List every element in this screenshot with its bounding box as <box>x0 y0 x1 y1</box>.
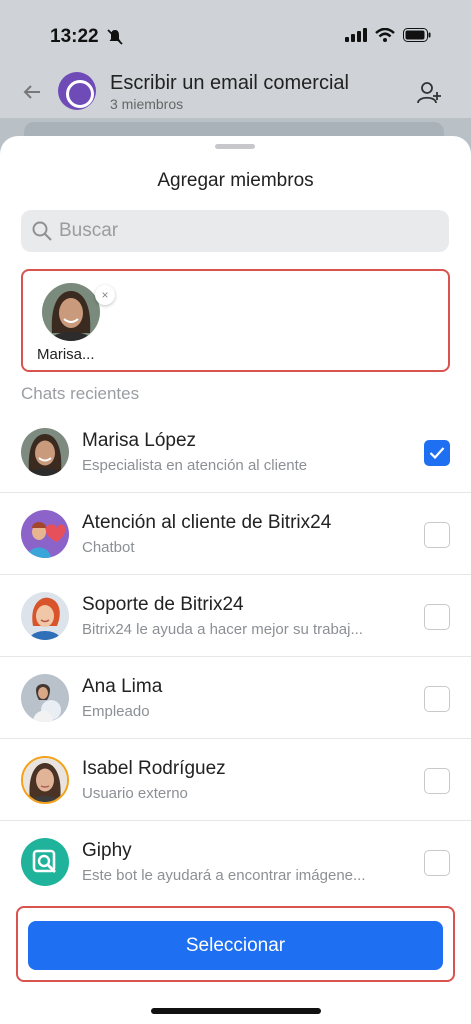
avatar <box>21 510 69 558</box>
item-subtitle: Chatbot <box>82 539 135 556</box>
search-bar[interactable] <box>21 210 449 252</box>
wifi-icon <box>375 28 395 42</box>
item-subtitle: Este bot le ayudará a encontrar imágene.… <box>82 867 366 884</box>
back-arrow-icon[interactable] <box>20 80 44 104</box>
home-indicator[interactable] <box>151 1008 321 1014</box>
battery-icon <box>403 28 431 42</box>
status-time: 13:22 <box>50 26 99 47</box>
chat-title: Escribir un email comercial <box>110 72 349 94</box>
item-subtitle: Usuario externo <box>82 785 188 802</box>
status-bar: 13:22 <box>0 0 471 60</box>
recent-chats-list: Marisa López Especialista en atención al… <box>0 411 471 903</box>
item-name: Soporte de Bitrix24 <box>82 594 244 615</box>
section-label: Chats recientes <box>21 384 140 403</box>
avatar <box>21 756 69 804</box>
add-members-sheet: Agregar miembros × Marisa... Chats recie… <box>0 136 471 1024</box>
giphy-icon <box>21 838 69 886</box>
sheet-grabber[interactable] <box>215 144 255 149</box>
footer-actions: Seleccionar <box>16 906 455 982</box>
avatar <box>21 428 69 476</box>
selected-members: × Marisa... <box>21 269 450 372</box>
avatar <box>21 592 69 640</box>
list-item[interactable]: Marisa López Especialista en atención al… <box>0 411 471 493</box>
list-item[interactable]: Giphy Este bot le ayudará a encontrar im… <box>0 821 471 903</box>
avatar <box>21 674 69 722</box>
item-subtitle: Empleado <box>82 703 150 720</box>
checkbox[interactable] <box>424 522 450 548</box>
avatar <box>42 283 100 341</box>
list-item[interactable]: Atención al cliente de Bitrix24 Chatbot <box>0 493 471 575</box>
checkbox[interactable] <box>424 768 450 794</box>
signal-icon <box>345 28 367 42</box>
checkbox[interactable] <box>424 440 450 466</box>
selected-chip[interactable]: × Marisa... <box>37 283 115 368</box>
bell-muted-icon <box>107 29 123 45</box>
item-name: Marisa López <box>82 430 197 451</box>
checkbox[interactable] <box>424 604 450 630</box>
item-name: Isabel Rodríguez <box>82 758 226 779</box>
item-subtitle: Bitrix24 le ayuda a hacer mejor su traba… <box>82 621 363 638</box>
remove-selected-button[interactable]: × <box>95 285 115 305</box>
chat-members-count: 3 miembros <box>110 96 184 112</box>
search-input[interactable] <box>59 210 429 252</box>
item-name: Ana Lima <box>82 676 163 697</box>
item-subtitle: Especialista en atención al cliente <box>82 457 308 474</box>
list-item[interactable]: Soporte de Bitrix24 Bitrix24 le ayuda a … <box>0 575 471 657</box>
status-icons <box>345 28 431 42</box>
chat-avatar <box>58 72 96 110</box>
item-name: Giphy <box>82 840 132 861</box>
checkbox[interactable] <box>424 686 450 712</box>
checkbox[interactable] <box>424 850 450 876</box>
item-name: Atención al cliente de Bitrix24 <box>82 512 332 533</box>
add-user-icon[interactable] <box>416 80 442 106</box>
list-item[interactable]: Isabel Rodríguez Usuario externo <box>0 739 471 821</box>
list-item[interactable]: Ana Lima Empleado <box>0 657 471 739</box>
select-button[interactable]: Seleccionar <box>28 921 443 970</box>
sheet-title: Agregar miembros <box>157 170 314 191</box>
selected-name: Marisa... <box>37 346 95 363</box>
search-icon <box>32 221 52 241</box>
